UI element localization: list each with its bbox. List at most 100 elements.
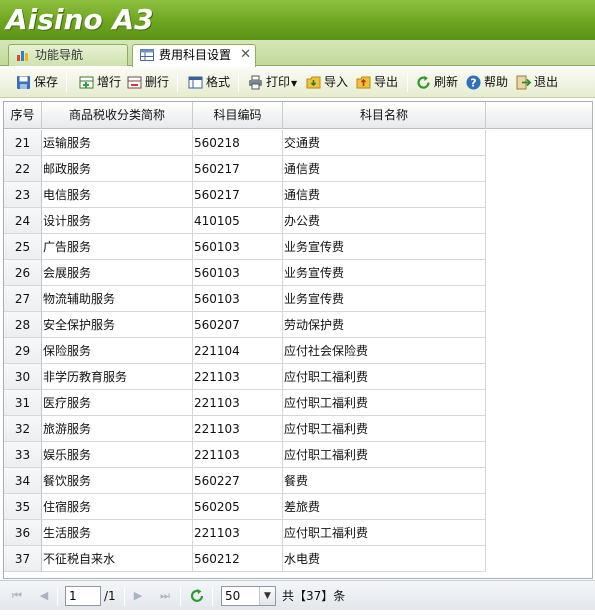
export-button[interactable]: 导出 bbox=[356, 72, 398, 93]
account-name-cell[interactable]: 业务宣传费 bbox=[283, 286, 486, 312]
chevron-down-icon: ▼ bbox=[259, 587, 275, 605]
account-code-cell[interactable]: 221103 bbox=[193, 442, 283, 468]
account-code-cell[interactable]: 221103 bbox=[193, 364, 283, 390]
bar-chart-icon bbox=[17, 51, 28, 61]
category-cell[interactable]: 物流辅助服务 bbox=[42, 286, 193, 312]
table-row[interactable]: 29 保险服务 221104 应付社会保险费 bbox=[4, 338, 486, 364]
last-page-icon[interactable]: ⏭ bbox=[158, 589, 172, 603]
print-button[interactable]: 打印▼ bbox=[248, 72, 297, 93]
table-row[interactable]: 24 设计服务 410105 办公费 bbox=[4, 208, 486, 234]
table-row[interactable]: 31 医疗服务 221103 应付职工福利费 bbox=[4, 390, 486, 416]
account-code-cell[interactable]: 221103 bbox=[193, 520, 283, 546]
column-header-category[interactable]: 商品税收分类简称 bbox=[42, 102, 193, 129]
account-name-cell[interactable]: 餐费 bbox=[283, 468, 486, 494]
account-name-cell[interactable]: 应付职工福利费 bbox=[283, 520, 486, 546]
account-name-cell[interactable]: 应付职工福利费 bbox=[283, 416, 486, 442]
table-row[interactable]: 25 广告服务 560103 业务宣传费 bbox=[4, 234, 486, 260]
total-records-label: 共【37】条 bbox=[282, 589, 346, 603]
table-row[interactable]: 34 餐饮服务 560227 餐费 bbox=[4, 468, 486, 494]
category-cell[interactable]: 运输服务 bbox=[42, 130, 193, 156]
table-row[interactable]: 27 物流辅助服务 560103 业务宣传费 bbox=[4, 286, 486, 312]
delete-row-button[interactable]: 删行 bbox=[127, 72, 169, 93]
category-cell[interactable]: 非学历教育服务 bbox=[42, 364, 193, 390]
category-cell[interactable]: 餐饮服务 bbox=[42, 468, 193, 494]
category-cell[interactable]: 安全保护服务 bbox=[42, 312, 193, 338]
account-code-cell[interactable]: 560103 bbox=[193, 260, 283, 286]
add-row-button[interactable]: 增行 bbox=[79, 72, 121, 93]
table-row[interactable]: 37 不征税自来水 560212 水电费 bbox=[4, 546, 486, 572]
save-button[interactable]: 保存 bbox=[16, 72, 58, 93]
account-name-cell[interactable]: 应付社会保险费 bbox=[283, 338, 486, 364]
account-name-cell[interactable]: 应付职工福利费 bbox=[283, 364, 486, 390]
account-name-cell[interactable]: 交通费 bbox=[283, 130, 486, 156]
category-cell[interactable]: 娱乐服务 bbox=[42, 442, 193, 468]
format-button[interactable]: 格式 bbox=[188, 72, 230, 93]
exit-button[interactable]: 退出 bbox=[516, 72, 558, 93]
category-cell[interactable]: 住宿服务 bbox=[42, 494, 193, 520]
account-name-cell[interactable]: 业务宣传费 bbox=[283, 260, 486, 286]
account-name-cell[interactable]: 应付职工福利费 bbox=[283, 442, 486, 468]
account-code-cell[interactable]: 560217 bbox=[193, 156, 283, 182]
import-button[interactable]: 导入 bbox=[306, 72, 348, 93]
table-row[interactable]: 36 生活服务 221103 应付职工福利费 bbox=[4, 520, 486, 546]
account-code-cell[interactable]: 560212 bbox=[193, 546, 283, 572]
account-name-cell[interactable]: 通信费 bbox=[283, 156, 486, 182]
category-cell[interactable]: 生活服务 bbox=[42, 520, 193, 546]
account-code-cell[interactable]: 221104 bbox=[193, 338, 283, 364]
toolbar: 保存 增行 删行 格式 打印▼ 导入 导出 刷新 ? 帮助 退出 bbox=[0, 67, 595, 98]
table-row[interactable]: 32 旅游服务 221103 应付职工福利费 bbox=[4, 416, 486, 442]
row-number: 36 bbox=[4, 520, 42, 546]
account-code-cell[interactable]: 560205 bbox=[193, 494, 283, 520]
table-row[interactable]: 28 安全保护服务 560207 劳动保护费 bbox=[4, 312, 486, 338]
category-cell[interactable]: 会展服务 bbox=[42, 260, 193, 286]
page-size-select[interactable]: 50 ▼ bbox=[221, 586, 276, 606]
category-cell[interactable]: 不征税自来水 bbox=[42, 546, 193, 572]
account-code-cell[interactable]: 410105 bbox=[193, 208, 283, 234]
account-name-cell[interactable]: 业务宣传费 bbox=[283, 234, 486, 260]
refresh-button[interactable]: 刷新 bbox=[416, 72, 458, 93]
table-row[interactable]: 26 会展服务 560103 业务宣传费 bbox=[4, 260, 486, 286]
previous-page-icon[interactable]: ◀ bbox=[37, 589, 51, 603]
category-cell[interactable]: 医疗服务 bbox=[42, 390, 193, 416]
category-cell[interactable]: 保险服务 bbox=[42, 338, 193, 364]
account-code-cell[interactable]: 560103 bbox=[193, 234, 283, 260]
table-row[interactable]: 23 电信服务 560217 通信费 bbox=[4, 182, 486, 208]
category-cell[interactable]: 旅游服务 bbox=[42, 416, 193, 442]
category-cell[interactable]: 电信服务 bbox=[42, 182, 193, 208]
account-code-cell[interactable]: 560207 bbox=[193, 312, 283, 338]
table-row[interactable]: 30 非学历教育服务 221103 应付职工福利费 bbox=[4, 364, 486, 390]
account-code-cell[interactable]: 560217 bbox=[193, 182, 283, 208]
account-name-cell[interactable]: 通信费 bbox=[283, 182, 486, 208]
account-code-cell[interactable]: 221103 bbox=[193, 416, 283, 442]
account-code-cell[interactable]: 560218 bbox=[193, 130, 283, 156]
total-pages-label: /1 bbox=[104, 589, 116, 603]
category-cell[interactable]: 邮政服务 bbox=[42, 156, 193, 182]
account-code-cell[interactable]: 560227 bbox=[193, 468, 283, 494]
tab-function-navigation[interactable]: 功能导航 bbox=[8, 44, 128, 66]
table-row[interactable]: 35 住宿服务 560205 差旅费 bbox=[4, 494, 486, 520]
category-cell[interactable]: 设计服务 bbox=[42, 208, 193, 234]
account-name-cell[interactable]: 差旅费 bbox=[283, 494, 486, 520]
account-code-cell[interactable]: 560103 bbox=[193, 286, 283, 312]
next-page-icon[interactable]: ▶ bbox=[131, 589, 145, 603]
table-row[interactable]: 22 邮政服务 560217 通信费 bbox=[4, 156, 486, 182]
table-row[interactable]: 21 运输服务 560218 交通费 bbox=[4, 130, 486, 156]
table-row[interactable]: 33 娱乐服务 221103 应付职工福利费 bbox=[4, 442, 486, 468]
page-number-input[interactable] bbox=[65, 586, 101, 606]
tab-expense-account-settings[interactable]: 费用科目设置 ✕ bbox=[132, 44, 256, 67]
account-name-cell[interactable]: 办公费 bbox=[283, 208, 486, 234]
refresh-icon[interactable] bbox=[189, 588, 205, 604]
help-button[interactable]: ? 帮助 bbox=[466, 72, 508, 93]
column-header-account-code[interactable]: 科目编码 bbox=[193, 102, 283, 129]
grid-body[interactable]: 21 运输服务 560218 交通费 22 邮政服务 560217 通信费 23 电信服务 5602… bbox=[4, 130, 592, 578]
row-number: 33 bbox=[4, 442, 42, 468]
account-code-cell[interactable]: 221103 bbox=[193, 390, 283, 416]
close-icon[interactable]: ✕ bbox=[240, 45, 251, 65]
account-name-cell[interactable]: 劳动保护费 bbox=[283, 312, 486, 338]
first-page-icon[interactable]: ⏮ bbox=[10, 589, 24, 603]
category-cell[interactable]: 广告服务 bbox=[42, 234, 193, 260]
column-header-account-name[interactable]: 科目名称 bbox=[283, 102, 486, 129]
account-name-cell[interactable]: 水电费 bbox=[283, 546, 486, 572]
account-name-cell[interactable]: 应付职工福利费 bbox=[283, 390, 486, 416]
column-header-number[interactable]: 序号 bbox=[4, 102, 42, 129]
